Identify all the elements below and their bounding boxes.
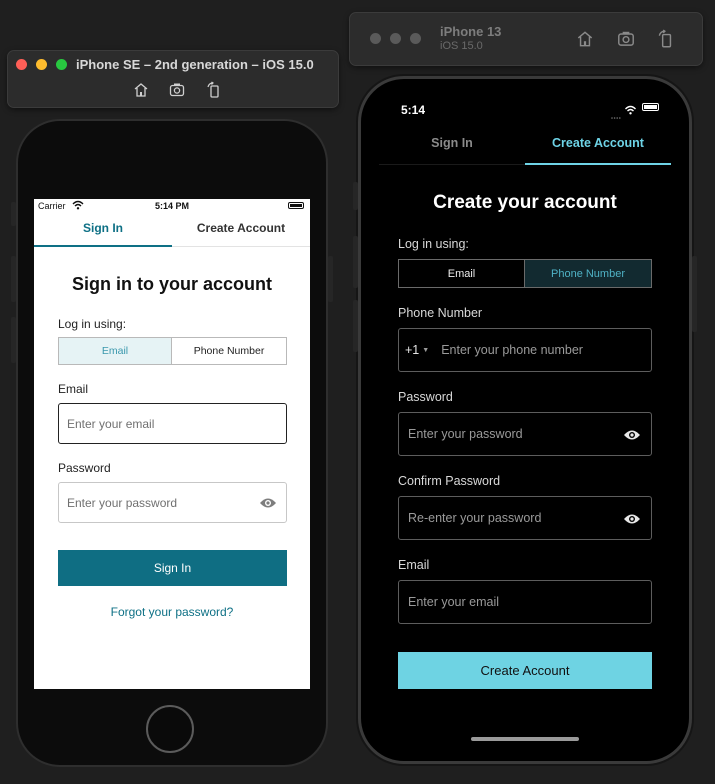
phone-number-field[interactable]: +1 ▼ Enter your phone number — [398, 328, 652, 372]
email-label: Email — [398, 558, 430, 572]
login-method-label: Log in using: — [398, 237, 469, 251]
simulator-toolbar-se: iPhone SE – 2nd generation – iOS 15.0 — [7, 50, 339, 108]
show-password-eye-icon[interactable] — [623, 428, 641, 442]
country-code-value: +1 — [405, 343, 420, 357]
mute-switch — [11, 202, 16, 226]
minimize-window-button[interactable] — [36, 59, 47, 70]
page-title: Create your account — [433, 192, 617, 213]
status-time: 5:14 — [401, 103, 426, 117]
forgot-password-link[interactable]: Forgot your password? — [34, 605, 310, 619]
volume-down-button — [353, 300, 358, 352]
show-password-eye-icon[interactable] — [259, 496, 277, 510]
tab-sign-in[interactable]: Sign In — [379, 136, 525, 165]
simulator-title: iPhone SE – 2nd generation – iOS 15.0 — [76, 57, 314, 72]
screenshot-icon[interactable] — [616, 29, 636, 49]
login-method-label: Log in using: — [58, 317, 127, 331]
home-button[interactable] — [146, 705, 194, 753]
create-account-button[interactable]: Create Account — [398, 652, 652, 689]
sign-in-button[interactable]: Sign In — [58, 550, 287, 586]
sign-in-screen: Carrier 5:14 PM Sign In Create Account S… — [34, 199, 310, 689]
home-icon[interactable] — [575, 29, 595, 49]
segment-email[interactable]: Email — [398, 259, 525, 288]
show-confirm-password-eye-icon[interactable] — [623, 512, 641, 526]
password-placeholder: Enter your password — [67, 495, 178, 510]
tab-create-account[interactable]: Create Account — [525, 136, 671, 165]
wifi-icon — [72, 200, 84, 210]
country-code-selector[interactable]: +1 ▼ — [405, 343, 429, 357]
carrier-label: Carrier — [38, 201, 66, 211]
email-placeholder: Enter your email — [408, 595, 500, 609]
power-button — [328, 256, 333, 302]
close-window-button[interactable] — [370, 33, 381, 44]
tab-create-account[interactable]: Create Account — [172, 221, 310, 247]
cellular-signal-icon — [611, 106, 621, 119]
volume-down-button — [11, 317, 16, 363]
simulator-subtitle: iOS 15.0 — [440, 40, 483, 52]
status-time: 5:14 PM — [155, 201, 190, 211]
zoom-window-button[interactable] — [410, 33, 421, 44]
mute-switch — [353, 182, 358, 210]
home-icon[interactable] — [132, 81, 150, 99]
tab-sign-in[interactable]: Sign In — [34, 221, 172, 247]
volume-up-button — [11, 256, 16, 302]
email-placeholder: Enter your email — [67, 416, 155, 431]
page-title: Sign in to your account — [71, 274, 272, 294]
phone-number-label: Phone Number — [398, 306, 483, 320]
chevron-down-icon: ▼ — [422, 346, 430, 354]
email-label: Email — [58, 382, 89, 396]
close-window-button[interactable] — [16, 59, 27, 70]
password-placeholder: Enter your password — [408, 427, 523, 441]
rotate-icon[interactable] — [205, 81, 223, 99]
create-account-screen: 5:14 Sign In Create Account Create your … — [379, 96, 671, 746]
wifi-icon — [624, 102, 637, 115]
email-field[interactable]: Enter your email — [398, 580, 652, 624]
minimize-window-button[interactable] — [390, 33, 401, 44]
password-label: Password — [398, 390, 453, 404]
segment-email[interactable]: Email — [58, 337, 172, 365]
password-field[interactable]: Enter your password — [398, 412, 652, 456]
segment-phone-number[interactable]: Phone Number — [172, 337, 287, 365]
battery-icon — [288, 202, 304, 209]
rotate-icon[interactable] — [656, 29, 676, 49]
simulator-title: iPhone 13 — [440, 24, 502, 39]
phone-placeholder: Enter your phone number — [441, 343, 583, 357]
home-indicator[interactable] — [471, 737, 579, 741]
power-button — [692, 256, 697, 332]
confirm-password-field[interactable]: Re-enter your password — [398, 496, 652, 540]
simulator-toolbar-iphone13: iPhone 13 iOS 15.0 — [349, 12, 703, 66]
password-field[interactable]: Enter your password — [58, 482, 287, 523]
confirm-password-label: Confirm Password — [398, 474, 501, 488]
segment-phone-number[interactable]: Phone Number — [525, 259, 652, 288]
password-label: Password — [58, 461, 111, 475]
battery-icon — [642, 103, 659, 111]
confirm-password-placeholder: Re-enter your password — [408, 511, 542, 525]
zoom-window-button[interactable] — [56, 59, 67, 70]
email-field[interactable]: Enter your email — [58, 403, 287, 444]
screenshot-icon[interactable] — [168, 81, 186, 99]
status-bar: Carrier 5:14 PM — [34, 199, 310, 213]
volume-up-button — [353, 236, 358, 288]
